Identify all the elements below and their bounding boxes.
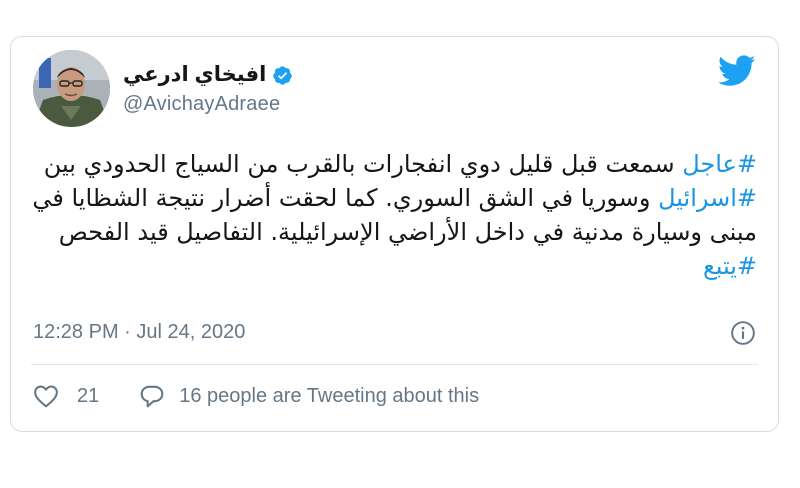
speech-bubble-icon	[140, 385, 164, 408]
tweet-text-part-2: وسوريا في الشق السوري. كما لحقت أضرار نت…	[32, 184, 757, 246]
tweet-text: #عاجل سمعت قبل قليل دوي انفجارات بالقرب …	[29, 147, 757, 283]
tweet-timestamp[interactable]: 12:28 PM · Jul 24, 2020	[33, 321, 245, 344]
hashtag-follow-up[interactable]: #يتبع	[703, 252, 757, 280]
tweeting-about-link[interactable]: 16 people are Tweeting about this	[139, 384, 479, 408]
twitter-bird-icon[interactable]	[718, 55, 756, 87]
tweeting-about-text: 16 people are Tweeting about this	[179, 384, 480, 407]
author-handle[interactable]: @AvichayAdraee	[123, 93, 293, 116]
tweet-card[interactable]: افيخاي ادرعي @AvichayAdraee #عاجل سمعت ق…	[10, 36, 779, 432]
divider	[31, 364, 758, 365]
profile-photo	[33, 50, 110, 127]
hashtag-israel[interactable]: #اسرائيل	[658, 184, 757, 212]
like-count: 21	[77, 384, 100, 407]
info-icon[interactable]	[730, 320, 756, 346]
hashtag-breaking[interactable]: #عاجل	[682, 150, 757, 178]
tweet-actions: 21 16 people are Tweeting about this	[33, 384, 479, 408]
author-display-name[interactable]: افيخاي ادرعي	[123, 61, 266, 89]
tweet-text-part-1: سمعت قبل قليل دوي انفجارات بالقرب من الس…	[43, 150, 683, 178]
author-block[interactable]: افيخاي ادرعي @AvichayAdraee	[123, 61, 293, 116]
heart-icon[interactable]	[33, 384, 59, 408]
avatar[interactable]	[33, 50, 110, 127]
verified-badge-icon	[273, 65, 292, 85]
